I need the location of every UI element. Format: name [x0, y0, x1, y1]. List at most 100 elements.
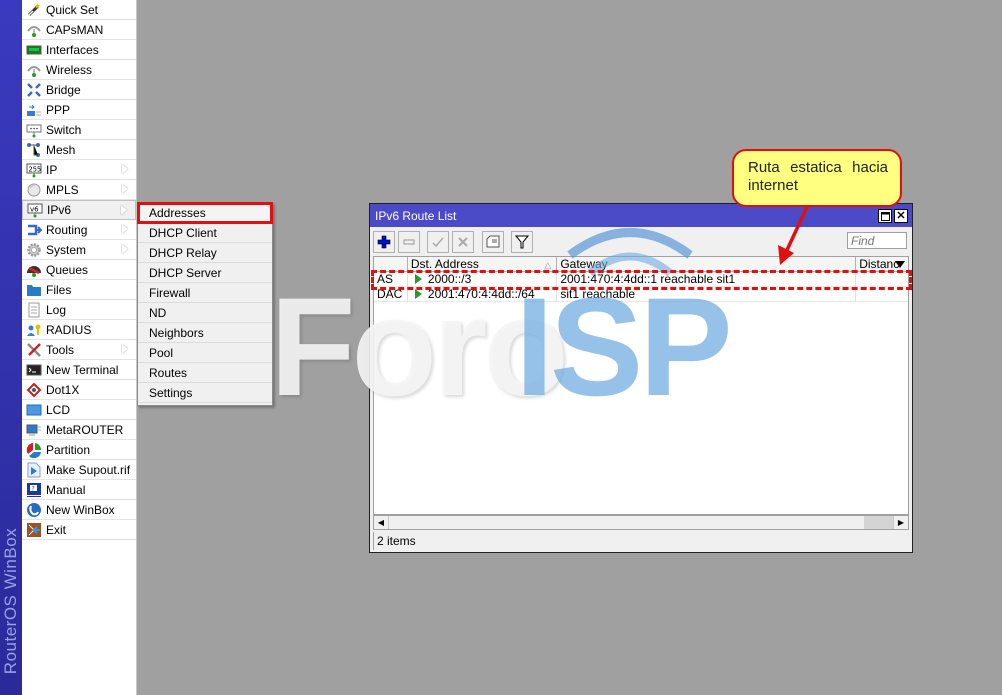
supout-icon: [26, 462, 42, 478]
menu-item-new-winbox[interactable]: New WinBox: [22, 500, 136, 520]
menu-item-system[interactable]: System: [22, 240, 136, 260]
menu-item-radius[interactable]: RADIUS: [22, 320, 136, 340]
column-dst-address[interactable]: Dst. Address △: [408, 257, 558, 272]
column-flags[interactable]: [374, 257, 408, 272]
menu-item-label: Make Supout.rif: [46, 462, 131, 477]
winbox-icon: [26, 502, 42, 518]
submenu-item-dhcp-server[interactable]: DHCP Server: [138, 263, 272, 283]
find-input[interactable]: [847, 232, 907, 249]
add-icon: [377, 235, 391, 249]
radius-icon: [26, 322, 42, 338]
menu-item-label: Log: [46, 302, 67, 317]
menu-item-manual[interactable]: ? Manual: [22, 480, 136, 500]
switch-icon: [26, 122, 42, 138]
menu-item-new-terminal[interactable]: New Terminal: [22, 360, 136, 380]
table-row[interactable]: AS 2000::/3 2001:470:4:4dd::1 reachable si…: [374, 272, 908, 287]
cell-dst-address: 2001:470:4:4dd::/64: [408, 287, 558, 302]
dot1x-icon: [26, 382, 42, 398]
submenu-arrow-icon: [122, 344, 128, 354]
sort-ascending-icon: △: [544, 260, 552, 270]
window-title-bar[interactable]: IPv6 Route List ✕: [370, 204, 912, 227]
menu-item-log[interactable]: Log: [22, 300, 136, 320]
active-route-icon: [414, 289, 422, 299]
menu-item-lcd[interactable]: LCD: [22, 400, 136, 420]
menu-item-metarouter[interactable]: MetaROUTER: [22, 420, 136, 440]
menu-item-queues[interactable]: Queues: [22, 260, 136, 280]
submenu-arrow-icon: [121, 205, 127, 215]
scroll-right-icon: ▶: [897, 518, 905, 527]
queues-icon: [26, 262, 42, 278]
add-button[interactable]: [373, 231, 395, 253]
remove-button[interactable]: [398, 231, 420, 253]
menu-item-files[interactable]: Files: [22, 280, 136, 300]
submenu-item-dhcp-relay[interactable]: DHCP Relay: [138, 243, 272, 263]
menu-item-label: Interfaces: [46, 42, 99, 57]
routing-icon: [26, 222, 42, 238]
disable-button[interactable]: [452, 231, 474, 253]
menu-item-ip[interactable]: 255 IP: [22, 160, 136, 180]
submenu-arrow-icon: [122, 164, 128, 174]
column-menu-arrow-icon[interactable]: [895, 261, 905, 268]
menu-item-bridge[interactable]: Bridge: [22, 80, 136, 100]
menu-item-partition[interactable]: Partition: [22, 440, 136, 460]
menu-item-quick-set[interactable]: Quick Set: [22, 0, 136, 20]
table-row[interactable]: DAC 2001:470:4:4dd::/64 sit1 reachable: [374, 287, 908, 302]
wand-icon: [26, 2, 42, 18]
menu-item-mpls[interactable]: MPLS: [22, 180, 136, 200]
ipv6-icon: v6: [27, 202, 43, 218]
tools-icon: [26, 342, 42, 358]
submenu-item-neighbors[interactable]: Neighbors: [138, 323, 272, 343]
column-dst-address-label: Dst. Address: [410, 257, 479, 271]
scroll-right-button[interactable]: ▶: [894, 516, 908, 529]
brand-strip: RouterOS WinBox: [0, 0, 22, 695]
menu-item-mesh[interactable]: Mesh: [22, 140, 136, 160]
submenu-item-settings[interactable]: Settings: [138, 383, 272, 403]
cell-gateway: 2001:470:4:4dd::1 reachable sit1: [557, 272, 857, 287]
menu-item-label: Manual: [46, 482, 86, 497]
partition-icon: [26, 442, 42, 458]
scroll-left-button[interactable]: ◀: [374, 516, 388, 529]
maximize-button[interactable]: [878, 209, 892, 223]
scroll-track[interactable]: [388, 516, 894, 529]
brand-text: RouterOS WinBox: [1, 527, 21, 675]
submenu-item-pool[interactable]: Pool: [138, 343, 272, 363]
annotation-arrow-icon: [778, 206, 809, 265]
filter-icon: [515, 235, 529, 249]
menu-item-exit[interactable]: Exit: [22, 520, 136, 540]
window-title: IPv6 Route List: [375, 208, 457, 223]
filter-button[interactable]: [511, 231, 533, 253]
column-distance[interactable]: Distanc: [856, 257, 908, 272]
menu-item-ppp[interactable]: PPP: [22, 100, 136, 120]
menu-item-tools[interactable]: Tools: [22, 340, 136, 360]
menu-item-capsman[interactable]: CAPsMAN: [22, 20, 136, 40]
close-button[interactable]: ✕: [894, 209, 908, 223]
menu-item-label: Tools: [46, 342, 75, 357]
menu-item-routing[interactable]: Routing: [22, 220, 136, 240]
scroll-thumb[interactable]: [864, 516, 893, 529]
menu-item-label: IP: [46, 162, 58, 177]
dst-address-text: 2000::/3: [427, 272, 472, 286]
submenu-item-firewall[interactable]: Firewall: [138, 283, 272, 303]
manual-icon: ?: [26, 482, 42, 498]
submenu-item-nd[interactable]: ND: [138, 303, 272, 323]
horizontal-scrollbar[interactable]: ◀ ▶: [373, 515, 909, 530]
comment-button[interactable]: [482, 231, 504, 253]
menu-item-label: Queues: [46, 262, 89, 277]
menu-item-interfaces[interactable]: Interfaces: [22, 40, 136, 60]
menu-item-wireless[interactable]: Wireless: [22, 60, 136, 80]
menu-item-label: IPv6: [47, 203, 72, 217]
menu-item-label: New WinBox: [46, 502, 115, 517]
menu-item-switch[interactable]: Switch: [22, 120, 136, 140]
submenu-item-dhcp-client[interactable]: DHCP Client: [138, 223, 272, 243]
menu-item-label: Quick Set: [46, 2, 99, 17]
menu-item-make-supout-rif[interactable]: Make Supout.rif: [22, 460, 136, 480]
lcd-icon: [26, 402, 42, 418]
annotation-callout: Ruta estatica hacia internet: [732, 149, 902, 207]
menu-item-dot1x[interactable]: Dot1X: [22, 380, 136, 400]
enable-button[interactable]: [427, 231, 449, 253]
gear-icon: [26, 242, 42, 258]
submenu-item-addresses[interactable]: Addresses: [137, 202, 273, 224]
menu-item-label: Dot1X: [46, 382, 80, 397]
submenu-item-routes[interactable]: Routes: [138, 363, 272, 383]
menu-item-ipv6[interactable]: v6 IPv6: [22, 200, 136, 220]
